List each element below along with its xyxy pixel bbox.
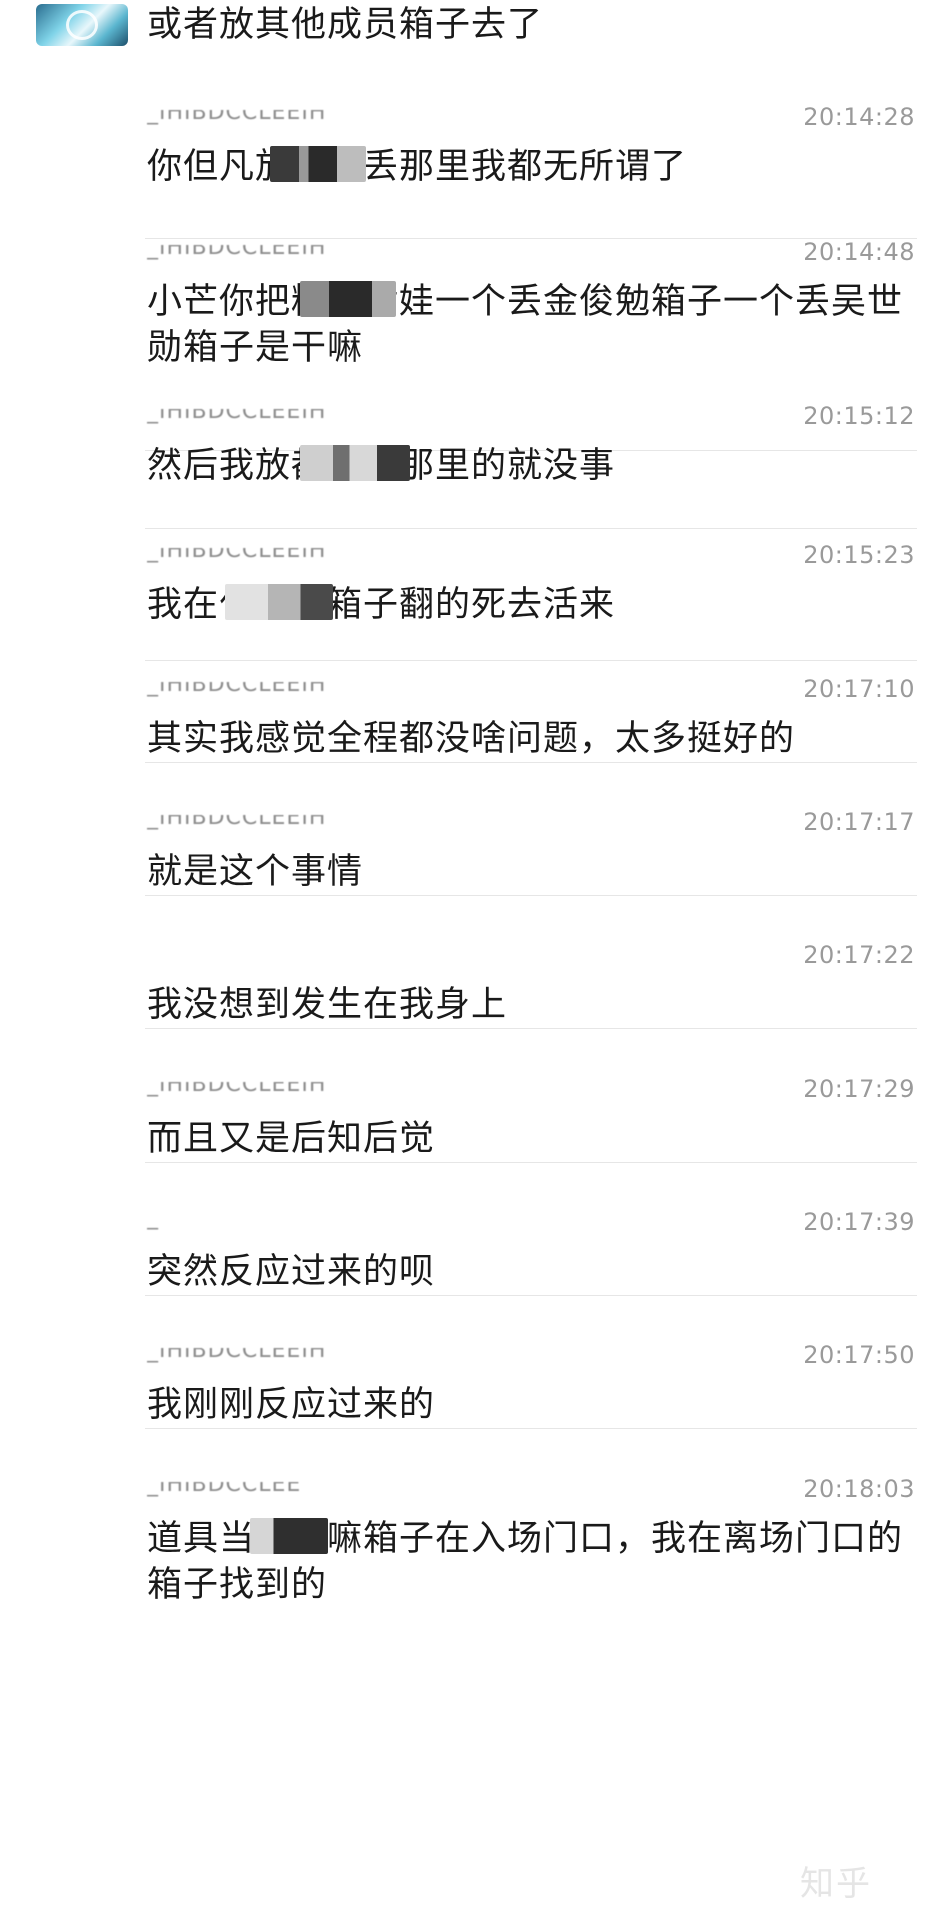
- message-text: 而且又是后知后觉: [147, 1119, 436, 1159]
- timestamp: 20:17:22: [803, 941, 915, 969]
- message-divider: [145, 895, 917, 896]
- redaction-mark: [270, 146, 366, 182]
- message-text: 然后我放都嘛丢那里的就没事: [147, 443, 927, 489]
- timestamp: 20:17:17: [803, 808, 915, 836]
- avatar-image-icon: [66, 10, 98, 40]
- timestamp: 20:15:12: [803, 402, 915, 430]
- sender-name: _IHIBDCCLEEIH: [147, 110, 327, 125]
- sender-name: _: [147, 1215, 159, 1230]
- sender-name: _IHIBDCCLEEIH: [147, 245, 327, 260]
- sender-name: _IHIBDCCLEEIH: [147, 815, 327, 830]
- timestamp: 20:17:50: [803, 1341, 915, 1369]
- timestamp: 20:17:29: [803, 1075, 915, 1103]
- sender-name: _IHIBDCCLEEIH: [147, 548, 327, 563]
- timestamp: 20:18:03: [803, 1475, 915, 1503]
- chat-history: 或者放其他成员箱子去了 _IHIBDCCLEEIH 20:14:28 你但凡放都…: [0, 0, 952, 1920]
- message-divider: [145, 1295, 917, 1296]
- message-text: 或者放其他成员箱子去了: [147, 5, 544, 45]
- message-divider: [145, 1162, 917, 1163]
- message-text: 你但凡放都嘛丢那里我都无所谓了: [147, 147, 688, 187]
- timestamp: 20:17:39: [803, 1208, 915, 1236]
- sender-name: _IHIBDCCLEE: [147, 1482, 302, 1497]
- message-text: 就是这个事情: [147, 852, 364, 892]
- redaction-mark: [300, 281, 396, 317]
- timestamp: 20:15:23: [803, 541, 915, 569]
- sender-name: [147, 948, 337, 970]
- timestamp: 20:17:10: [803, 675, 915, 703]
- sender-name: _IHIBDCCLEEIH: [147, 682, 327, 697]
- message-text: 其实我感觉全程都没啥问题，太多挺好的: [147, 719, 796, 759]
- redaction-mark: [250, 1518, 328, 1554]
- message-divider: [145, 528, 917, 529]
- message-divider: [145, 660, 917, 661]
- message-divider: [145, 1428, 917, 1429]
- avatar[interactable]: [36, 4, 128, 46]
- message-divider: [145, 762, 917, 763]
- timestamp: 20:14:28: [803, 103, 915, 131]
- message-row: 或者放其他成员箱子去了: [0, 0, 952, 60]
- sender-name: _IHIBDCCLEEIH: [147, 409, 327, 424]
- message-text: 突然反应过来的呗: [147, 1252, 436, 1292]
- message-divider: [145, 1028, 917, 1029]
- timestamp: 20:14:48: [803, 238, 915, 266]
- redaction-mark: [225, 584, 333, 620]
- watermark: 知乎: [800, 1864, 872, 1904]
- sender-name: _IHIBDCCLEEIH: [147, 1082, 327, 1097]
- message-divider: [145, 238, 917, 239]
- message-text: 我没想到发生在我身上: [147, 985, 508, 1025]
- message-text: 我刚刚反应过来的: [147, 1385, 436, 1425]
- message-text: 小芒你把糕都对娃一个丢金俊勉箱子一个丢吴世勋箱子是干嘛: [147, 282, 904, 368]
- sender-name: _IHIBDCCLEEIH: [147, 1348, 327, 1363]
- redaction-mark: [300, 445, 410, 481]
